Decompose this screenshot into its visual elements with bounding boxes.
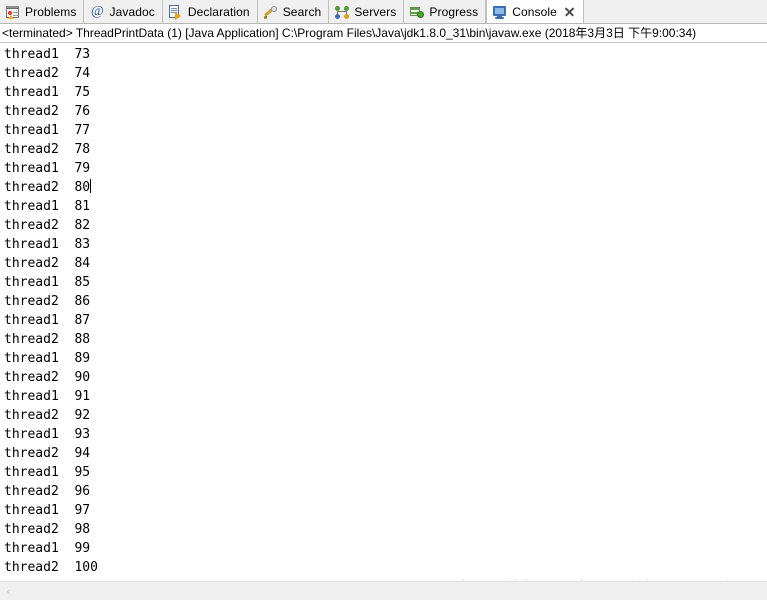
tab-javadoc[interactable]: @ Javadoc: [84, 0, 163, 23]
console-line: thread1 79: [0, 159, 767, 178]
console-line: thread2 88: [0, 330, 767, 349]
scrollbar-track[interactable]: [17, 582, 767, 600]
horizontal-scrollbar[interactable]: ‹: [0, 581, 767, 600]
tab-declaration-label: Declaration: [187, 5, 250, 19]
console-line: thread2 80: [0, 178, 767, 197]
console-line: thread2 96: [0, 482, 767, 501]
console-line-text: thread1 87: [4, 313, 91, 328]
console-line-text: thread1 99: [4, 541, 91, 556]
close-icon[interactable]: [563, 5, 576, 18]
console-line: thread2 86: [0, 292, 767, 311]
console-line: thread2 74: [0, 64, 767, 83]
console-line-text: thread2 92: [4, 408, 91, 423]
javadoc-icon: @: [91, 4, 104, 19]
tab-progress[interactable]: Progress: [404, 0, 487, 23]
tab-progress-label: Progress: [429, 5, 479, 19]
console-line: thread1 73: [0, 45, 767, 64]
console-line-text: thread1 85: [4, 275, 91, 290]
console-line-text: thread2 78: [4, 142, 91, 157]
process-header: <terminated> ThreadPrintData (1) [Java A…: [0, 24, 767, 43]
console-line-text: thread2 84: [4, 256, 91, 271]
console-line: thread1 89: [0, 349, 767, 368]
console-line-text: thread2 96: [4, 484, 91, 499]
tab-bar-filler: [583, 0, 767, 23]
tab-problems-label: Problems: [25, 5, 77, 19]
tab-declaration[interactable]: Declaration: [162, 0, 258, 23]
console-line: thread2 84: [0, 254, 767, 273]
console-line-text: thread2 74: [4, 66, 91, 81]
console-output-area[interactable]: thread1 73 thread2 74 thread1 75 thread2 76…: [0, 43, 767, 600]
console-line: thread2 90: [0, 368, 767, 387]
console-line-text: thread2 82: [4, 218, 91, 233]
console-line-text: thread1 81: [4, 199, 91, 214]
console-line-text: thread2 86: [4, 294, 91, 309]
console-line-text: thread1 79: [4, 161, 91, 176]
console-line: thread2 92: [0, 406, 767, 425]
console-line: thread2 76: [0, 102, 767, 121]
console-line-text: thread2 76: [4, 104, 91, 119]
console-line: thread1 77: [0, 121, 767, 140]
search-icon: [263, 4, 279, 20]
console-line: thread1 91: [0, 387, 767, 406]
console-icon: [492, 4, 508, 20]
view-tab-bar: Problems @ Javadoc Declaration Search Se…: [0, 0, 767, 24]
console-line: thread1 93: [0, 425, 767, 444]
console-line: thread1 97: [0, 501, 767, 520]
console-line: thread1 85: [0, 273, 767, 292]
console-line-text: thread2 100: [4, 560, 98, 575]
console-line: thread1 75: [0, 83, 767, 102]
console-line: thread2 94: [0, 444, 767, 463]
console-line-text: thread1 77: [4, 123, 91, 138]
console-line-text: thread1 97: [4, 503, 91, 518]
tab-search[interactable]: Search: [257, 0, 330, 23]
console-line: thread1 81: [0, 197, 767, 216]
servers-icon: [334, 4, 350, 20]
console-line-text: thread2 80: [4, 180, 91, 195]
console-line-text: thread2 88: [4, 332, 91, 347]
tab-console[interactable]: Console: [486, 0, 584, 23]
text-caret: [90, 179, 92, 193]
console-line-text: thread1 73: [4, 47, 91, 62]
console-line: thread1 95: [0, 463, 767, 482]
console-line: thread1 99: [0, 539, 767, 558]
tab-search-label: Search: [282, 5, 322, 19]
console-line: thread2 82: [0, 216, 767, 235]
console-line-text: thread1 93: [4, 427, 91, 442]
console-line-text: thread2 90: [4, 370, 91, 385]
console-line-text: thread1 89: [4, 351, 91, 366]
eclipse-console-window: Problems @ Javadoc Declaration Search Se…: [0, 0, 767, 601]
tab-servers[interactable]: Servers: [329, 0, 405, 23]
console-line-text: thread1 83: [4, 237, 91, 252]
declaration-icon: [168, 4, 184, 20]
console-line-text: thread2 98: [4, 522, 91, 537]
tab-servers-label: Servers: [354, 5, 397, 19]
console-line-text: thread1 91: [4, 389, 91, 404]
console-line-list: thread1 73 thread2 74 thread1 75 thread2 76…: [0, 45, 767, 577]
tab-javadoc-label: Javadoc: [109, 5, 155, 19]
console-line-text: thread2 94: [4, 446, 91, 461]
console-line: thread2 98: [0, 520, 767, 539]
tab-problems[interactable]: Problems: [0, 0, 85, 23]
console-line-text: thread1 95: [4, 465, 91, 480]
scroll-left-arrow-icon[interactable]: ‹: [0, 583, 17, 600]
progress-icon: [409, 4, 425, 20]
console-line: thread2 100: [0, 558, 767, 577]
console-line: thread2 78: [0, 140, 767, 159]
console-line: thread1 87: [0, 311, 767, 330]
problems-icon: [5, 4, 21, 20]
console-line: thread1 83: [0, 235, 767, 254]
console-line-text: thread1 75: [4, 85, 91, 100]
tab-console-label: Console: [512, 4, 557, 19]
